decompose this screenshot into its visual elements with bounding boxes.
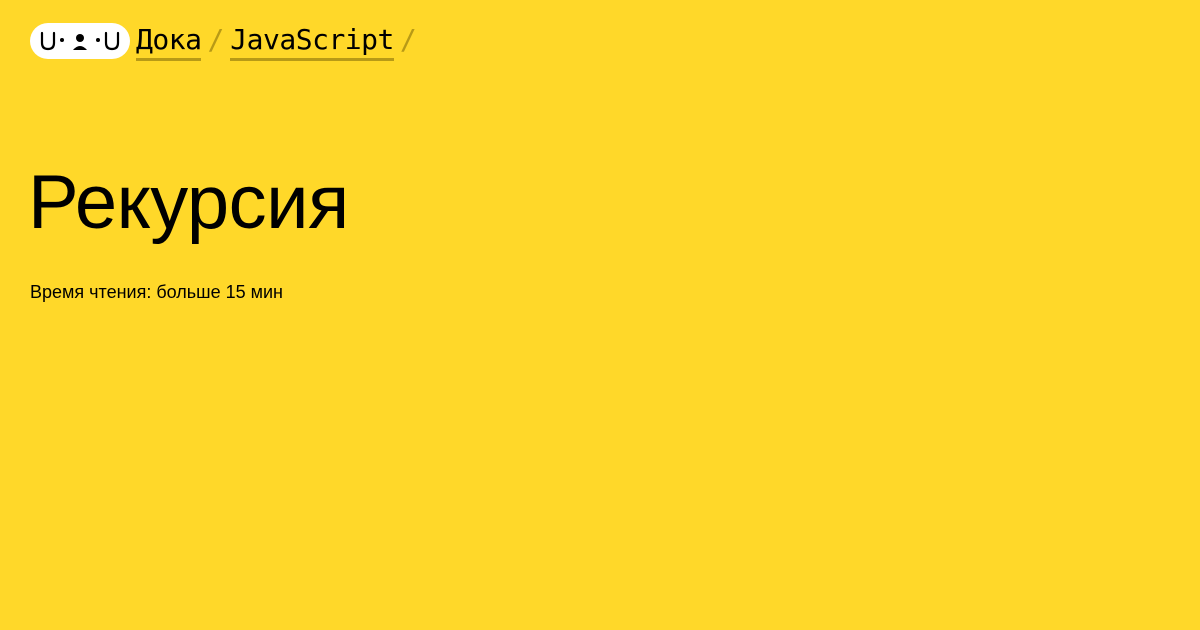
reading-time: Время чтения: больше 15 мин	[30, 282, 283, 302]
breadcrumb-item-javascript[interactable]: JavaScript	[230, 22, 394, 61]
breadcrumb-item-doka[interactable]: Дока	[136, 22, 202, 61]
doka-logo-glyph	[40, 31, 120, 51]
breadcrumb: Дока / JavaScript /	[30, 22, 423, 62]
breadcrumb-separator: /	[399, 23, 417, 56]
doka-logo-icon[interactable]	[30, 23, 130, 59]
page-title: Рекурсия	[28, 160, 349, 245]
breadcrumb-separator: /	[207, 23, 225, 56]
